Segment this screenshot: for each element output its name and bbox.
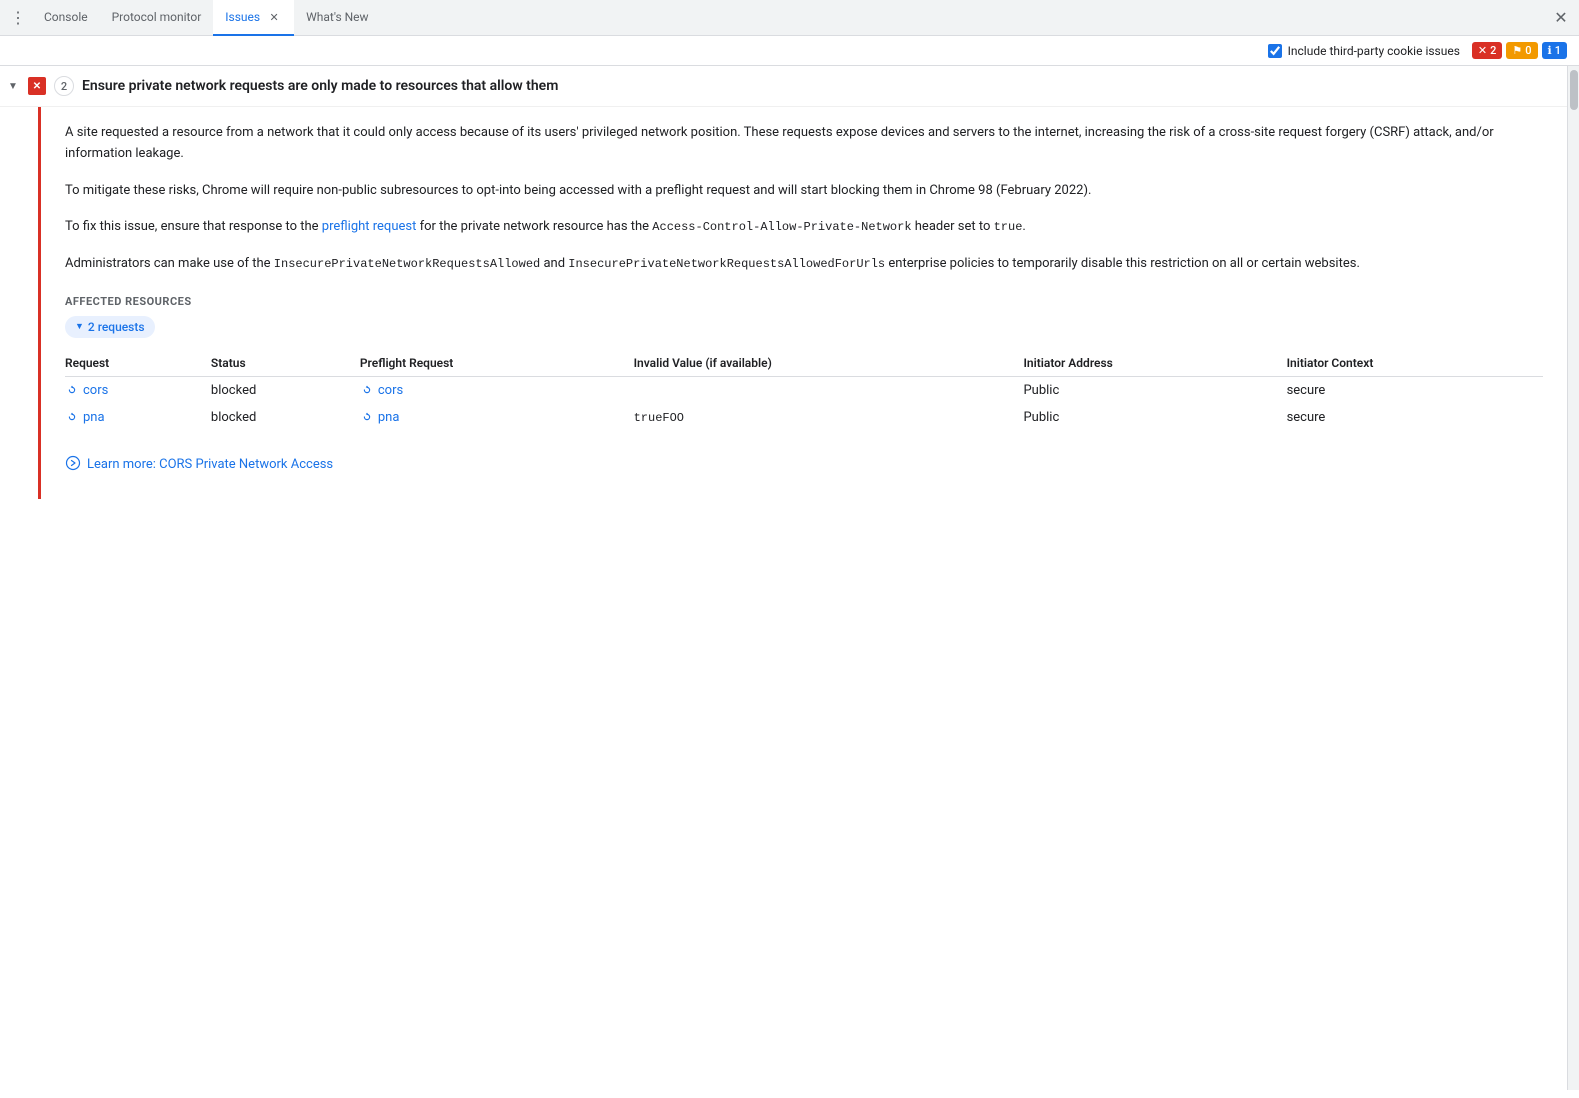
issue-paragraph-enterprise: Administrators can make use of the Insec… xyxy=(65,254,1543,275)
fix-text-end: header set to xyxy=(912,219,994,234)
request-link-pna-icon xyxy=(65,410,79,424)
include-third-party-text: Include third-party cookie issues xyxy=(1288,44,1460,58)
issue-paragraph-fix: To fix this issue, ensure that response … xyxy=(65,217,1543,238)
tab-whats-new-label: What's New xyxy=(306,10,368,24)
issues-panel: ▼ ✕ 2 Ensure private network requests ar… xyxy=(0,66,1567,1090)
fix-code-1: Access-Control-Allow-Private-Network xyxy=(652,220,911,234)
requests-toggle-chevron-icon: ▼ xyxy=(75,321,84,332)
include-third-party-label[interactable]: Include third-party cookie issues xyxy=(1268,44,1460,58)
request-link-cors-icon xyxy=(65,383,79,397)
tab-issues-close-icon[interactable]: ✕ xyxy=(266,9,282,25)
issue-paragraph-2: To mitigate these risks, Chrome will req… xyxy=(65,181,1543,202)
main-content: ▼ ✕ 2 Ensure private network requests ar… xyxy=(0,66,1579,1090)
issue-count-badge: 2 xyxy=(54,76,74,96)
fix-text-before: To fix this issue, ensure that response … xyxy=(65,219,322,234)
preflight-link-pna[interactable]: pna xyxy=(360,410,622,425)
preflight-cell-cors: cors xyxy=(360,376,634,404)
tab-whats-new[interactable]: What's New xyxy=(294,0,380,36)
tab-console-label: Console xyxy=(44,10,88,24)
table-header-row: Request Status Preflight Request Invalid… xyxy=(65,350,1543,377)
learn-more-section: Learn more: CORS Private Network Access xyxy=(65,455,1543,475)
request-cell-pna: pna xyxy=(65,404,211,431)
table-header-invalid-value: Invalid Value (if available) xyxy=(634,350,1024,377)
initiator-address-cell-pna: Public xyxy=(1023,404,1286,431)
scrollbar-track[interactable] xyxy=(1567,66,1579,1090)
tab-protocol-monitor-label: Protocol monitor xyxy=(112,10,202,24)
warning-badge-count: 0 xyxy=(1525,44,1531,57)
affected-resources-section: AFFECTED RESOURCES ▼ 2 requests Request … xyxy=(65,295,1543,431)
request-link-cors[interactable]: cors xyxy=(65,383,199,398)
fix-text-after: for the private network resource has the xyxy=(416,219,652,234)
initiator-context-cell-pna: secure xyxy=(1287,404,1543,431)
preflight-link-pna-label: pna xyxy=(378,410,400,425)
issue-content: A site requested a resource from a netwo… xyxy=(65,123,1543,475)
issue-chevron-icon: ▼ xyxy=(8,81,20,92)
table-header-initiator-context: Initiator Context xyxy=(1287,350,1543,377)
learn-more-link[interactable]: Learn more: CORS Private Network Access xyxy=(87,457,333,472)
preflight-link-pna-icon xyxy=(360,410,374,424)
fix-code-2: true xyxy=(994,220,1023,234)
affected-resources-label: AFFECTED RESOURCES xyxy=(65,295,1543,308)
info-badge-icon: ℹ xyxy=(1548,44,1552,57)
requests-toggle-label: 2 requests xyxy=(88,320,145,334)
table-header-request: Request xyxy=(65,350,211,377)
table-header-preflight: Preflight Request xyxy=(360,350,634,377)
preflight-cell-pna: pna xyxy=(360,404,634,431)
tab-protocol-monitor[interactable]: Protocol monitor xyxy=(100,0,214,36)
invalid-value-cell-pna: trueFOO xyxy=(634,404,1024,431)
tab-console[interactable]: Console xyxy=(32,0,100,36)
invalid-value-code-pna: trueFOO xyxy=(634,411,684,425)
request-link-cors-label: cors xyxy=(83,383,108,398)
toolbar: Include third-party cookie issues ✕ 2 ⚑ … xyxy=(0,36,1579,66)
status-cell-cors: blocked xyxy=(211,376,360,404)
error-badge-icon: ✕ xyxy=(1478,44,1487,57)
preflight-link-cors-icon xyxy=(360,383,374,397)
preflight-link-cors[interactable]: cors xyxy=(360,383,622,398)
error-badge-count: 2 xyxy=(1490,44,1496,57)
table-header-initiator-address: Initiator Address xyxy=(1023,350,1286,377)
initiator-context-cell-cors: secure xyxy=(1287,376,1543,404)
request-link-pna[interactable]: pna xyxy=(65,410,199,425)
issue-paragraph-1: A site requested a resource from a netwo… xyxy=(65,123,1543,165)
error-badge[interactable]: ✕ 2 xyxy=(1472,42,1502,59)
tab-issues[interactable]: Issues ✕ xyxy=(213,0,294,36)
tab-bar-menu-button[interactable]: ⋮ xyxy=(4,8,32,27)
tab-bar: ⋮ Console Protocol monitor Issues ✕ What… xyxy=(0,0,1579,36)
enterprise-text-mid: and xyxy=(540,256,568,271)
invalid-value-cell-cors xyxy=(634,376,1024,404)
issue-title: Ensure private network requests are only… xyxy=(82,78,558,94)
badge-group: ✕ 2 ⚑ 0 ℹ 1 xyxy=(1472,42,1567,59)
scrollbar-thumb[interactable] xyxy=(1570,70,1578,110)
preflight-link-cors-label: cors xyxy=(378,383,403,398)
table-row: cors blocked cors xyxy=(65,376,1543,404)
info-badge-count: 1 xyxy=(1555,44,1561,57)
include-third-party-checkbox[interactable] xyxy=(1268,44,1282,58)
enterprise-text-before: Administrators can make use of the xyxy=(65,256,274,271)
issue-error-icon: ✕ xyxy=(28,77,46,95)
request-link-pna-label: pna xyxy=(83,410,105,425)
warning-badge-icon: ⚑ xyxy=(1512,44,1522,57)
learn-more-arrow-icon xyxy=(65,455,81,475)
requests-table: Request Status Preflight Request Invalid… xyxy=(65,350,1543,431)
status-cell-pna: blocked xyxy=(211,404,360,431)
enterprise-code-1: InsecurePrivateNetworkRequestsAllowed xyxy=(274,257,540,271)
table-row: pna blocked pna xyxy=(65,404,1543,431)
tab-issues-label: Issues xyxy=(225,10,260,24)
enterprise-code-2: InsecurePrivateNetworkRequestsAllowedFor… xyxy=(568,257,885,271)
info-badge[interactable]: ℹ 1 xyxy=(1542,42,1567,59)
preflight-request-link[interactable]: preflight request xyxy=(322,219,417,234)
fix-period: . xyxy=(1022,219,1025,234)
request-cell-cors: cors xyxy=(65,376,211,404)
table-header-status: Status xyxy=(211,350,360,377)
initiator-address-cell-cors: Public xyxy=(1023,376,1286,404)
devtools-close-button[interactable]: ✕ xyxy=(1547,4,1575,32)
issue-header[interactable]: ▼ ✕ 2 Ensure private network requests ar… xyxy=(0,66,1567,107)
requests-toggle[interactable]: ▼ 2 requests xyxy=(65,316,155,338)
warning-badge[interactable]: ⚑ 0 xyxy=(1506,42,1537,59)
enterprise-text-after: enterprise policies to temporarily disab… xyxy=(885,256,1360,271)
issue-body: A site requested a resource from a netwo… xyxy=(38,107,1567,499)
